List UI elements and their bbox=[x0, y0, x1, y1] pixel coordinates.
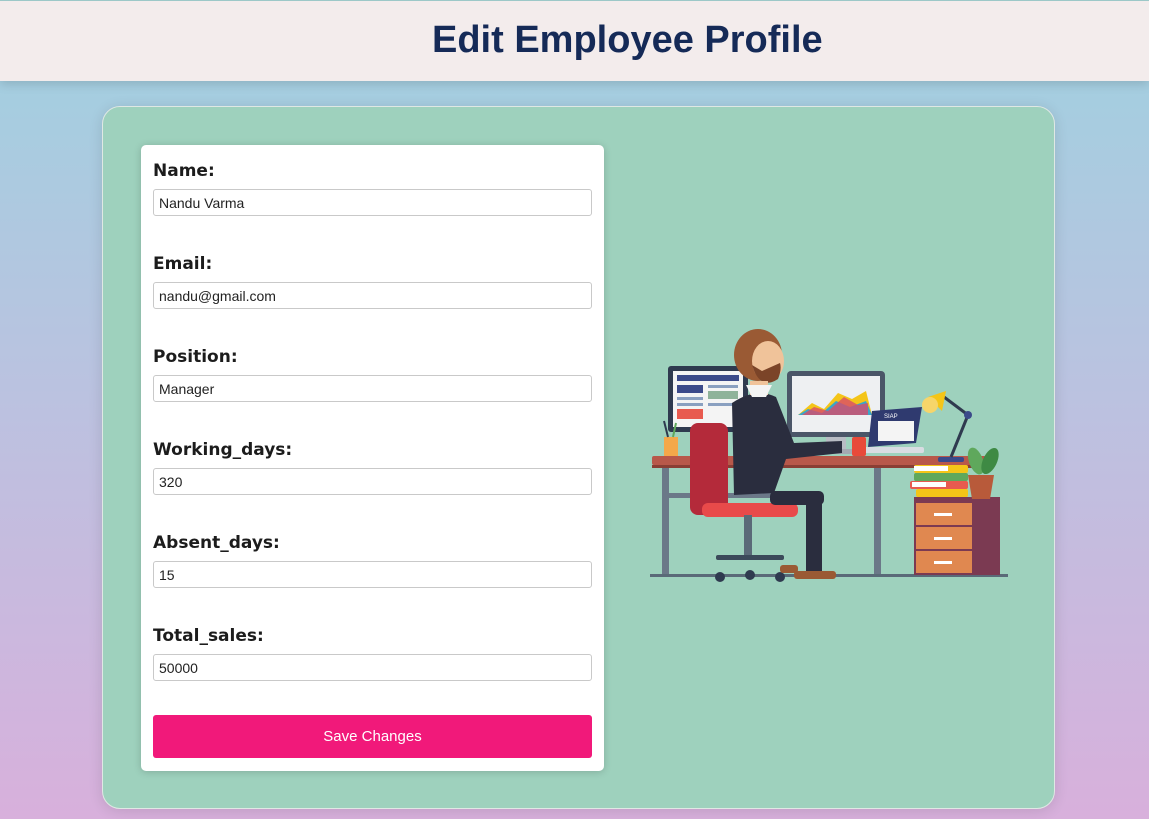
email-field[interactable] bbox=[153, 282, 592, 309]
absent-days-field[interactable] bbox=[153, 561, 592, 588]
laptop-badge-text: SIAP bbox=[884, 414, 898, 420]
edit-profile-form: Name: Email: Position: Working_days: Abs… bbox=[141, 145, 604, 771]
position-field[interactable] bbox=[153, 375, 592, 402]
total-sales-label: Total_sales: bbox=[153, 626, 264, 646]
header-bar: Edit Employee Profile bbox=[0, 0, 1149, 81]
save-changes-button[interactable]: Save Changes bbox=[153, 715, 592, 758]
absent-days-label: Absent_days: bbox=[153, 533, 280, 553]
working-days-field[interactable] bbox=[153, 468, 592, 495]
name-label: Name: bbox=[153, 161, 215, 181]
working-days-label: Working_days: bbox=[153, 440, 293, 460]
email-label: Email: bbox=[153, 254, 213, 274]
total-sales-field[interactable] bbox=[153, 654, 592, 681]
name-field[interactable] bbox=[153, 189, 592, 216]
employee-at-desk-illustration: SIAP bbox=[646, 325, 1012, 592]
page-title: Edit Employee Profile bbox=[432, 19, 823, 61]
position-label: Position: bbox=[153, 347, 238, 367]
